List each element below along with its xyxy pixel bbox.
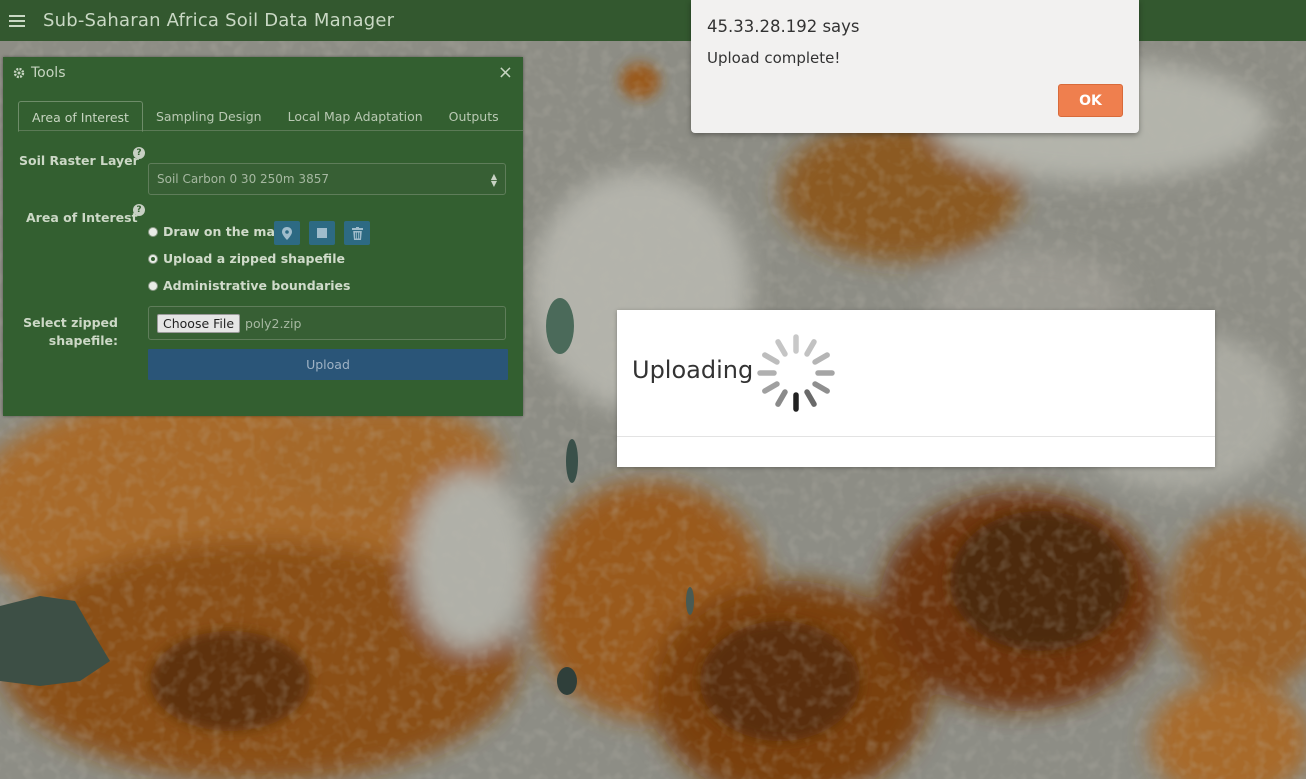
radio-administrative-boundaries[interactable]: Administrative boundaries <box>148 278 350 293</box>
tools-tabs: Area of Interest Sampling Design Local M… <box>18 101 523 132</box>
gear-icon <box>13 67 25 78</box>
soil-raster-label: Soil Raster Layer <box>19 153 139 168</box>
delete-drawing-button[interactable] <box>344 221 370 245</box>
loading-spinner-icon <box>757 334 835 412</box>
uploading-modal: Uploading <box>617 310 1215 467</box>
trash-icon <box>351 226 363 240</box>
radio-label: Upload a zipped shapefile <box>163 251 345 266</box>
close-icon[interactable]: × <box>498 63 513 82</box>
label-line: Select zipped <box>23 315 118 330</box>
map-marker-icon <box>282 226 292 240</box>
tab-outputs[interactable]: Outputs <box>436 101 512 130</box>
radio-button[interactable] <box>148 253 158 264</box>
square-icon <box>317 228 327 238</box>
tools-panel: Tools × Area of Interest Sampling Design… <box>3 57 523 416</box>
tab-sampling-design[interactable]: Sampling Design <box>143 101 275 130</box>
selected-file-name: poly2.zip <box>245 315 302 331</box>
choose-file-button[interactable]: Choose File <box>157 313 241 333</box>
alert-message: Upload complete! <box>707 49 841 67</box>
radio-button[interactable] <box>148 280 158 291</box>
select-shapefile-label: Select zipped shapefile: <box>23 314 118 350</box>
tab-local-map-adaptation[interactable]: Local Map Adaptation <box>275 101 436 130</box>
map-marker-button[interactable] <box>274 221 300 245</box>
label-line: shapefile: <box>48 333 118 348</box>
draw-rectangle-button[interactable] <box>309 221 335 245</box>
modal-divider <box>617 436 1215 437</box>
radio-draw-on-map[interactable]: Draw on the map <box>148 224 284 239</box>
uploading-text: Uploading <box>632 356 754 384</box>
hamburger-menu-icon[interactable] <box>9 14 25 27</box>
app-title: Sub-Saharan Africa Soil Data Manager <box>43 10 395 31</box>
select-arrows-icon: ▲ ▼ <box>490 172 497 188</box>
alert-dialog: 45.33.28.192 says Upload complete! OK <box>691 0 1139 133</box>
help-icon[interactable]: ? <box>133 147 145 159</box>
alert-title: 45.33.28.192 says <box>707 17 860 36</box>
ok-button[interactable]: OK <box>1058 84 1123 117</box>
tab-area-of-interest[interactable]: Area of Interest <box>18 101 143 132</box>
radio-button[interactable] <box>148 226 158 237</box>
area-of-interest-label: Area of Interest <box>26 210 138 225</box>
help-icon[interactable]: ? <box>133 204 145 216</box>
radio-label: Draw on the map <box>163 224 284 239</box>
radio-label: Administrative boundaries <box>163 278 351 293</box>
radio-upload-shapefile[interactable]: Upload a zipped shapefile <box>148 251 345 266</box>
tools-title: Tools <box>31 64 66 81</box>
soil-raster-value: Soil Carbon 0 30 250m 3857 <box>157 172 329 186</box>
soil-raster-select[interactable]: Soil Carbon 0 30 250m 3857 ▲ ▼ <box>148 163 506 195</box>
file-input[interactable]: Choose File poly2.zip <box>148 306 506 340</box>
upload-button[interactable]: Upload <box>148 349 508 380</box>
tools-header: Tools × <box>3 57 523 88</box>
